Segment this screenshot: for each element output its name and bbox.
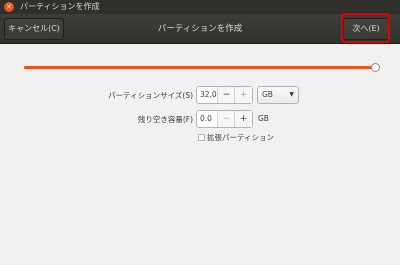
partition-size-spinbutton[interactable]: 32.0 − +	[196, 86, 253, 104]
slider-handle[interactable]	[371, 63, 380, 72]
partition-size-label: パーティションサイズ(S)	[108, 91, 193, 100]
window-title: パーティションを作成	[20, 2, 100, 11]
window-titlebar: ✕ パーティションを作成	[0, 0, 400, 14]
size-unit-select[interactable]: GB ▼	[257, 86, 299, 104]
free-space-unit: GB	[258, 114, 269, 123]
dialog-window: ✕ パーティションを作成 パーティションを作成 キャンセル(C) 次へ(E) パ…	[0, 0, 400, 265]
size-decrease-button[interactable]: −	[217, 87, 235, 103]
free-increase-button[interactable]: +	[234, 111, 252, 127]
partition-size-slider[interactable]	[24, 63, 380, 73]
free-space-spinbutton[interactable]: 0.0 − +	[196, 110, 253, 128]
partition-size-value[interactable]: 32.0	[200, 87, 217, 103]
slider-track	[24, 66, 373, 69]
size-unit-value: GB	[262, 90, 273, 99]
header-bar: パーティションを作成 キャンセル(C) 次へ(E)	[0, 14, 400, 44]
next-button-highlight	[341, 13, 390, 43]
chevron-down-icon: ▼	[289, 91, 294, 98]
extended-partition-label[interactable]: 拡張パーティション	[207, 132, 274, 143]
close-icon[interactable]: ✕	[4, 2, 14, 12]
extended-partition-checkbox[interactable]	[198, 134, 205, 141]
free-decrease-button[interactable]: −	[217, 111, 235, 127]
size-increase-button[interactable]: +	[234, 87, 252, 103]
cancel-button[interactable]: キャンセル(C)	[4, 18, 64, 40]
free-space-value[interactable]: 0.0	[200, 111, 212, 127]
free-space-label: 残り空き容量(F)	[137, 115, 193, 124]
